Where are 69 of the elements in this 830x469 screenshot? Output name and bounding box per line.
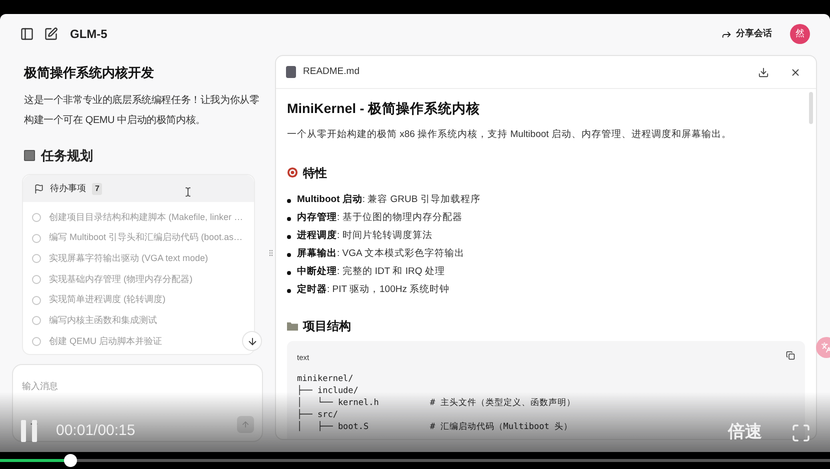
progress-thumb[interactable] [64,454,77,467]
resize-handle-icon[interactable] [267,249,275,257]
todo-item: 实现屏幕字符输出驱动 (VGA text mode) [49,252,208,265]
copy-icon[interactable] [786,350,795,360]
sidebar-toggle-icon[interactable] [20,27,34,41]
code-line: │ └── kernel.h # 主头文件（类型定义、函数声明） [297,396,576,409]
fullscreen-icon[interactable] [791,423,811,443]
chat-title: 极简操作系统内核开发 [24,64,155,82]
todo-item: 编写内核主函数和集成测试 [49,314,157,328]
bullet-icon [287,216,291,220]
readme-title: MiniKernel - 极简操作系统内核 [287,100,482,118]
progress-track[interactable] [0,459,830,462]
bullet-icon [287,252,291,256]
translate-icon [821,342,830,353]
text-cursor-icon [183,186,194,196]
checkbox[interactable] [32,254,41,264]
todo-item: 实现简单进程调度 (轮转调度) [49,293,166,306]
checkbox[interactable] [32,234,41,243]
checkbox[interactable] [32,212,41,222]
todo-item: 创建 QEMU 启动脚本并验证 [49,334,162,348]
todo-item: 创建项目目录结构和构建脚本 (Makefile, linker … [49,210,244,224]
close-icon[interactable] [790,66,801,78]
bullet-icon [287,198,291,202]
folder-icon [287,320,298,330]
new-chat-icon[interactable] [44,27,58,41]
target-icon [287,167,298,178]
feature-item: Multiboot 启动: 兼容 GRUB 引导加载程序 [297,193,480,208]
code-line: ├── src/ [297,409,338,421]
code-line: │ ├── boot.S # 汇编启动代码（Multiboot 头） [297,421,572,434]
share-icon [721,28,732,40]
feature-item: 中断处理: 完整的 IDT 和 IRQ 处理 [297,265,445,280]
download-icon[interactable] [758,66,769,78]
arrow-down-icon [246,336,258,346]
send-button[interactable] [237,416,254,433]
checkbox[interactable] [32,336,41,346]
readme-description: 一个从零开始构建的极简 x86 操作系统内核，支持 Multiboot 启动、内存管理、进程调度和屏幕输出。 [287,128,732,142]
video-time: 00:01/00:15 [56,420,136,440]
features-heading: 特性 [303,164,327,182]
file-name: README.md [303,64,360,79]
plan-heading: 任务规划 [41,146,93,164]
flag-icon [34,184,44,194]
bullet-icon [287,234,291,238]
arrow-up-icon [241,420,250,429]
code-line: minikernel/ [297,372,354,385]
share-button[interactable]: 分享会话 [721,27,772,41]
feature-item: 屏幕输出: VGA 文本模式彩色字符输出 [297,247,464,262]
structure-heading: 项目结构 [303,318,351,334]
feature-item: 进程调度: 时间片轮转调度算法 [297,229,432,244]
bullet-icon [287,270,291,274]
feature-item: 内存管理: 基于位图的物理内存分配器 [297,211,462,226]
feature-item: 定时器: PIT 驱动，100Hz 系统时钟 [297,283,450,298]
todo-item: 实现基础内存管理 (物理内存分配器) [49,272,192,286]
scroll-down-button[interactable] [242,331,262,351]
avatar[interactable]: 然 [790,24,810,44]
model-name: GLM-5 [70,26,108,43]
checkbox[interactable] [32,274,41,284]
todo-title: 待办事项 [50,182,86,195]
bullet-icon [287,288,291,292]
intro-text: 这是一个非常专业的底层系统编程任务！让我为你从零构建一个可在 QEMU 中启动的极简内核。 [24,94,260,128]
code-line: ├── include/ [297,384,358,397]
scrollbar-thumb[interactable] [809,92,813,124]
checkbox[interactable] [32,316,41,326]
input-placeholder: 输入消息 [22,381,58,391]
speed-button[interactable]: 倍速 [728,418,762,444]
pause-icon[interactable] [20,420,38,442]
todo-count: 7 [92,182,102,194]
file-icon [286,66,296,78]
todo-item: 编写 Multiboot 引导头和汇编启动代码 (boot.as… [49,231,243,244]
checkbox[interactable] [32,296,41,305]
